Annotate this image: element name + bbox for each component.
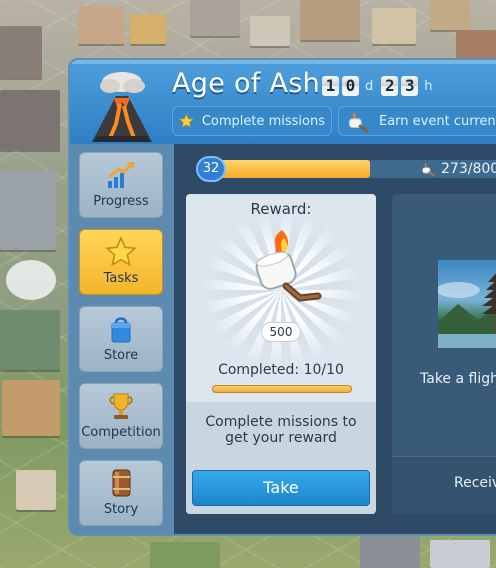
sidebar-item-progress[interactable]: Progress [79,152,163,218]
points-counter: 273/800 [420,161,496,177]
reward-card: Reward: 500 Completed: 10/10 Complete mi… [186,194,376,514]
completed-progress-bar [212,385,352,393]
reward-hint-panel: Complete missions to get your reward Tak… [186,402,376,514]
flight-card: Take a flight Receive [392,194,496,514]
main-content: 32 273/800 Reward: 500 Completed: 10/10 … [174,144,496,534]
mission-complete-missions[interactable]: Complete missions [172,106,332,136]
star-icon [105,236,137,267]
receive-text: Receive [454,475,496,491]
mission-label: Complete missions [201,113,325,129]
points-text: 273/800 [441,161,496,177]
event-title: Age of Ash [172,68,321,99]
event-window: Age of Ash 1 0 d 2 3 h Complete missions [68,58,496,536]
level-badge: 32 [196,156,226,182]
timer-digit: 3 [401,76,419,96]
sidebar-item-label: Store [103,348,139,363]
sidebar-item-label: Progress [93,194,149,209]
flight-footer: Receive [392,456,496,514]
progress-arrow-icon [108,162,134,188]
mission-label: Earn event currency [379,113,496,129]
sidebar-item-label: Tasks [103,271,139,286]
reward-title: Reward: [250,200,312,218]
sidebar-item-tasks[interactable]: Tasks [79,229,163,295]
sidebar-item-label: Story [103,502,139,517]
sidebar-item-competition[interactable]: Competition [79,383,163,449]
roasted-marshmallow-icon [255,230,322,302]
book-icon [112,469,131,497]
completed-text: Completed: 10/10 [218,362,344,378]
sidebar-item-label: Competition [81,425,161,440]
reward-count: 500 [261,322,301,342]
reward-hint: Complete missions to get your reward [205,414,357,446]
shopping-bag-icon [111,317,131,343]
event-progress: 32 273/800 [196,156,496,182]
sidebar-item-story[interactable]: Story [79,460,163,526]
sidebar: Progress Tasks Store Competition Story [70,144,174,534]
timer-digit: 1 [322,76,339,96]
star-icon [179,113,194,128]
trophy-icon [109,393,133,419]
take-button[interactable]: Take [192,470,370,506]
mission-bar: Complete missions Earn event currency [172,106,496,136]
timer-digit: 0 [342,76,359,96]
completed-progress-fill [212,385,352,393]
marshmallow-icon [348,112,369,133]
temple-photo [438,260,496,348]
timer-digit: 2 [381,76,399,96]
volcano-icon [92,72,152,142]
event-header: Age of Ash 1 0 d 2 3 h Complete missions [70,60,496,144]
timer-days-unit: d [365,78,374,94]
flight-text: Take a flight [420,371,496,387]
marshmallow-icon [422,163,435,177]
timer-hours-unit: h [424,78,433,94]
event-timer: 1 0 d 2 3 h [322,76,438,96]
mission-earn-currency[interactable]: Earn event currency [338,106,496,136]
progress-fill [206,160,370,178]
sidebar-item-store[interactable]: Store [79,306,163,372]
